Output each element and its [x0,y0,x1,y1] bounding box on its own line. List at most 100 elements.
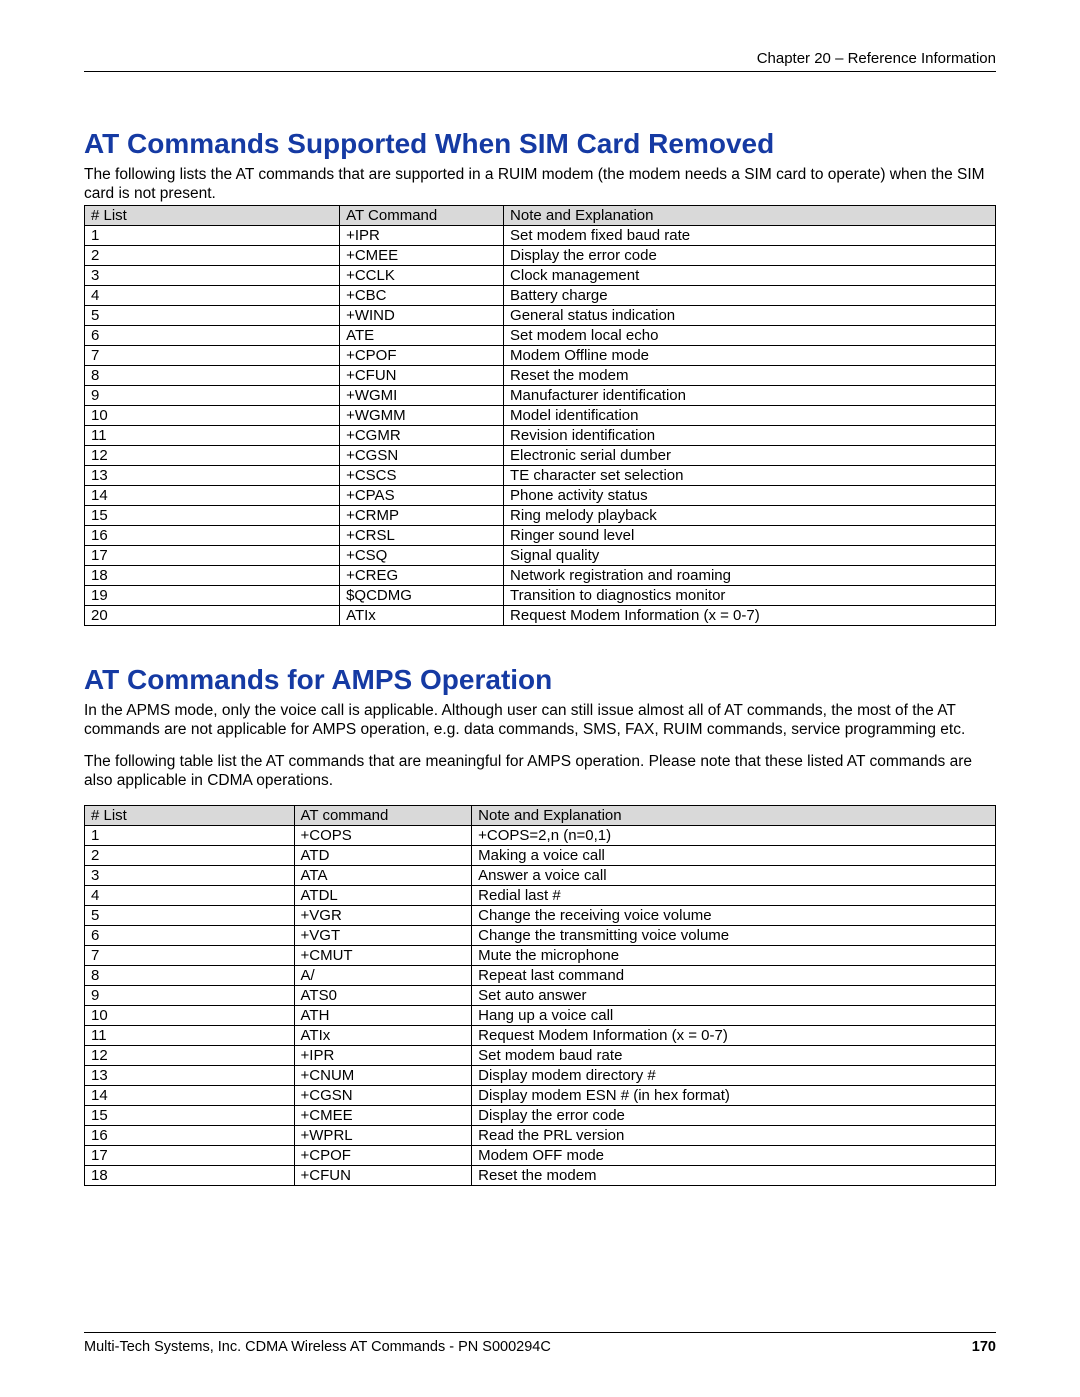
table-row: 14+CGSNDisplay modem ESN # (in hex forma… [85,1085,996,1105]
section-heading-amps: AT Commands for AMPS Operation [84,664,996,696]
table-cell: Hang up a voice call [472,1005,996,1025]
table-row: 2ATDMaking a voice call [85,845,996,865]
table-cell: Set modem local echo [504,326,996,346]
table-cell: 14 [85,1085,295,1105]
table-cell: Set modem baud rate [472,1045,996,1065]
table-row: 17+CPOFModem OFF mode [85,1145,996,1165]
table-cell: 12 [85,446,340,466]
page-footer: Multi-Tech Systems, Inc. CDMA Wireless A… [84,1332,996,1355]
table-row: 20ATIxRequest Modem Information (x = 0-7… [85,606,996,626]
table-cell: +WPRL [294,1125,472,1145]
table-cell: Ringer sound level [504,526,996,546]
table-row: 9+WGMIManufacturer identification [85,386,996,406]
section1-paragraph: The following lists the AT commands that… [84,166,996,203]
table-cell: Manufacturer identification [504,386,996,406]
table-cell: 5 [85,905,295,925]
table-row: 10ATHHang up a voice call [85,1005,996,1025]
table-row: 10+WGMMModel identification [85,406,996,426]
table-cell: 13 [85,466,340,486]
table-cell: 19 [85,586,340,606]
table-cell: 18 [85,1165,295,1185]
table-cell: +CREG [340,566,504,586]
table-row: 16+CRSLRinger sound level [85,526,996,546]
table-cell: +COPS=2,n (n=0,1) [472,825,996,845]
table-row: 6+VGTChange the transmitting voice volum… [85,925,996,945]
table-cell: 1 [85,226,340,246]
table-row: 7+CPOFModem Offline mode [85,346,996,366]
table-cell: 8 [85,965,295,985]
table-cell: 1 [85,825,295,845]
table-row: 16+WPRLRead the PRL version [85,1125,996,1145]
table-cell: 3 [85,266,340,286]
table-cell: Model identification [504,406,996,426]
col-header-note: Note and Explanation [504,206,996,226]
table-cell: Phone activity status [504,486,996,506]
table-cell: 16 [85,526,340,546]
table-cell: +CCLK [340,266,504,286]
table-header-row: # List AT command Note and Explanation [85,805,996,825]
table-row: 18+CREGNetwork registration and roaming [85,566,996,586]
col-header-list: # List [85,805,295,825]
table-row: 19$QCDMGTransition to diagnostics monito… [85,586,996,606]
table-cell: Reset the modem [472,1165,996,1185]
table-row: 13+CSCSTE character set selection [85,466,996,486]
col-header-list: # List [85,206,340,226]
table-cell: 12 [85,1045,295,1065]
page-header: Chapter 20 – Reference Information [84,50,996,72]
table-cell: Modem OFF mode [472,1145,996,1165]
table-row: 2+CMEEDisplay the error code [85,246,996,266]
table-cell: 10 [85,1005,295,1025]
table-cell: 20 [85,606,340,626]
table-cell: ATA [294,865,472,885]
table-cell: +CNUM [294,1065,472,1085]
table-cell: ATS0 [294,985,472,1005]
table-cell: +CSQ [340,546,504,566]
col-header-command: AT command [294,805,472,825]
table-row: 8A/Repeat last command [85,965,996,985]
table-cell: 8 [85,366,340,386]
table-cell: Ring melody playback [504,506,996,526]
table-row: 6ATESet modem local echo [85,326,996,346]
table-cell: ATE [340,326,504,346]
table-cell: Mute the microphone [472,945,996,965]
table-cell: +CGSN [340,446,504,466]
table-cell: +WGMM [340,406,504,426]
section-heading-sim-removed: AT Commands Supported When SIM Card Remo… [84,128,996,160]
table-cell: Change the transmitting voice volume [472,925,996,945]
table-cell: 13 [85,1065,295,1085]
table-cell: 10 [85,406,340,426]
table-cell: 14 [85,486,340,506]
table-cell: +CMEE [294,1105,472,1125]
table-cell: +CFUN [340,366,504,386]
table-cell: +CMEE [340,246,504,266]
table-cell: +WGMI [340,386,504,406]
table-cell: +CRMP [340,506,504,526]
table-row: 15+CRMPRing melody playback [85,506,996,526]
table-cell: Display modem directory # [472,1065,996,1085]
table-cell: ATH [294,1005,472,1025]
table-cell: Battery charge [504,286,996,306]
table-cell: +CBC [340,286,504,306]
table-row: 1+COPS+COPS=2,n (n=0,1) [85,825,996,845]
table-cell: ATD [294,845,472,865]
table-row: 9ATS0Set auto answer [85,985,996,1005]
table-cell: Display the error code [472,1105,996,1125]
table-row: 1+IPRSet modem fixed baud rate [85,226,996,246]
table-row: 14+CPASPhone activity status [85,486,996,506]
table-cell: +IPR [340,226,504,246]
table-row: 18+CFUNReset the modem [85,1165,996,1185]
table-cell: Display modem ESN # (in hex format) [472,1085,996,1105]
table-cell: Redial last # [472,885,996,905]
table-cell: Repeat last command [472,965,996,985]
section2-paragraph1: In the APMS mode, only the voice call is… [84,702,996,739]
table-cell: +CGMR [340,426,504,446]
table-cell: 17 [85,546,340,566]
table-cell: General status indication [504,306,996,326]
table-cell: Reset the modem [504,366,996,386]
footer-text: Multi-Tech Systems, Inc. CDMA Wireless A… [84,1339,551,1355]
table-row: 11ATIxRequest Modem Information (x = 0-7… [85,1025,996,1045]
table-cell: Signal quality [504,546,996,566]
table-cell: Revision identification [504,426,996,446]
table-cell: +CPAS [340,486,504,506]
table-cell: +WIND [340,306,504,326]
